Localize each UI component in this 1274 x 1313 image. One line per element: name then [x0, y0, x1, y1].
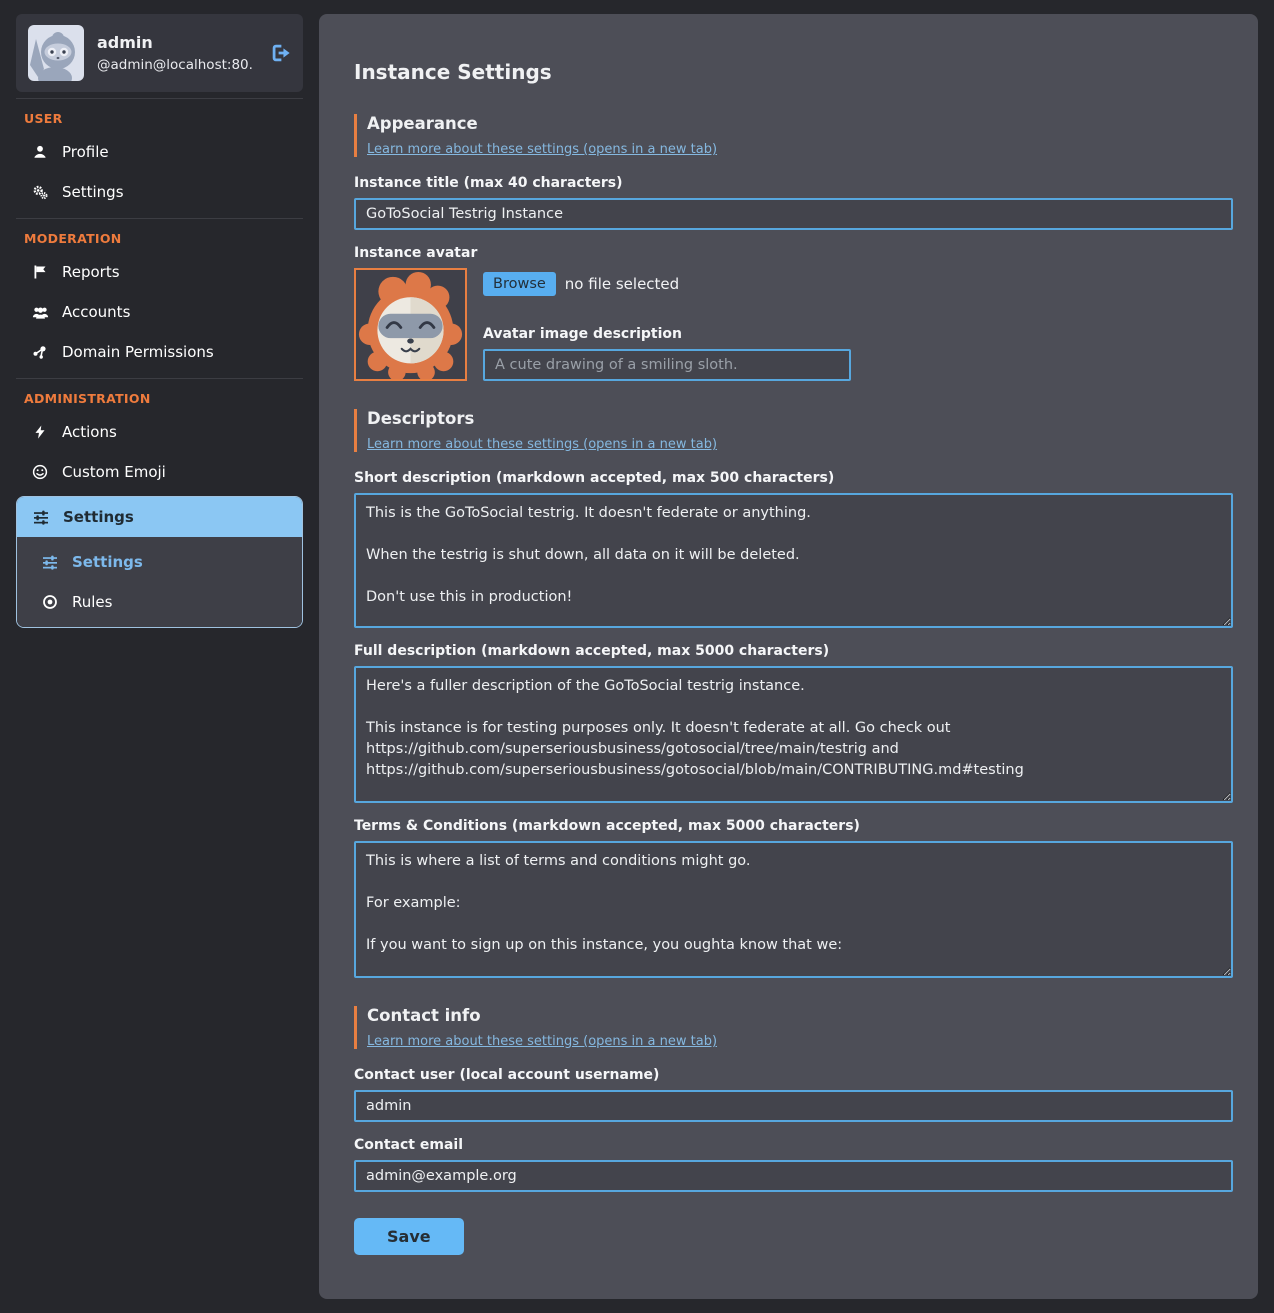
descriptors-learn-more-link[interactable]: Learn more about these settings (opens i… — [367, 437, 717, 452]
contact-email-input[interactable] — [354, 1160, 1233, 1192]
nav-category-administration: ADMINISTRATION — [16, 378, 303, 412]
full-description-textarea[interactable]: Here's a fuller description of the GoToS… — [354, 666, 1233, 803]
page-title: Instance Settings — [354, 60, 1233, 84]
short-description-label: Short description (markdown accepted, ma… — [354, 470, 1233, 486]
contact-email-field: Contact email — [354, 1137, 1233, 1192]
user-meta: admin @admin@localhost:80... — [97, 33, 254, 73]
appearance-learn-more-link[interactable]: Learn more about these settings (opens i… — [367, 142, 717, 157]
user-avatar — [28, 25, 84, 81]
sidebar-item-label: Settings — [62, 183, 124, 201]
nav-category-moderation: MODERATION — [16, 218, 303, 252]
user-card[interactable]: admin @admin@localhost:80... — [16, 14, 303, 92]
terms-textarea[interactable]: This is where a list of terms and condit… — [354, 841, 1233, 978]
instance-title-label: Instance title (max 40 characters) — [354, 175, 1233, 191]
contact-info-heading: Contact info — [367, 1006, 1233, 1025]
instance-avatar-field: Instance avatar — [354, 245, 1233, 381]
submenu-item-settings[interactable]: Settings — [17, 542, 302, 582]
short-description-textarea[interactable]: This is the GoToSocial testrig. It doesn… — [354, 493, 1233, 628]
avatar-description-label: Avatar image description — [483, 326, 851, 342]
instance-title-input[interactable] — [354, 198, 1233, 230]
sidebar-item-label: Actions — [62, 423, 117, 441]
sidebar-item-label: Settings — [63, 508, 134, 526]
user-name: admin — [97, 33, 254, 52]
sidebar-item-actions[interactable]: Actions — [16, 412, 303, 452]
circle-dot-icon — [41, 594, 59, 610]
instance-settings-panel: Instance Settings Appearance Learn more … — [319, 14, 1258, 1299]
section-contact-info: Contact info Learn more about these sett… — [354, 1006, 1233, 1049]
full-description-label: Full description (markdown accepted, max… — [354, 643, 1233, 659]
instance-avatar-label: Instance avatar — [354, 245, 1233, 261]
sidebar-item-settings[interactable]: Settings — [17, 497, 302, 537]
sidebar-item-label: Profile — [62, 143, 109, 161]
logout-icon[interactable] — [269, 42, 291, 64]
terms-field: Terms & Conditions (markdown accepted, m… — [354, 818, 1233, 978]
user-handle: @admin@localhost:80... — [97, 57, 254, 73]
sidebar-item-label: Custom Emoji — [62, 463, 166, 481]
instance-avatar-image — [354, 268, 467, 381]
contact-user-field: Contact user (local account username) — [354, 1067, 1233, 1122]
avatar-description-input[interactable] — [483, 349, 851, 381]
sidebar-item-domain-permissions[interactable]: Domain Permissions — [16, 332, 303, 372]
save-button[interactable]: Save — [354, 1218, 464, 1255]
file-status-text: no file selected — [565, 275, 679, 293]
sidebar-item-user-settings[interactable]: Settings — [16, 172, 303, 212]
nav-category-user: USER — [16, 98, 303, 132]
sidebar-item-reports[interactable]: Reports — [16, 252, 303, 292]
sliders-icon — [32, 509, 50, 525]
descriptors-heading: Descriptors — [367, 409, 1233, 428]
full-description-field: Full description (markdown accepted, max… — [354, 643, 1233, 803]
sidebar-item-label: Reports — [62, 263, 120, 281]
contact-user-input[interactable] — [354, 1090, 1233, 1122]
submenu-item-label: Settings — [72, 553, 143, 571]
submenu-item-label: Rules — [72, 593, 112, 611]
section-descriptors: Descriptors Learn more about these setti… — [354, 409, 1233, 452]
sliders-icon — [41, 554, 59, 570]
sidebar-nav: USER Profile Settings MODERATIO — [16, 98, 303, 628]
flag-icon — [31, 264, 49, 280]
contact-email-label: Contact email — [354, 1137, 1233, 1153]
short-description-field: Short description (markdown accepted, ma… — [354, 470, 1233, 628]
contact-user-label: Contact user (local account username) — [354, 1067, 1233, 1083]
settings-submenu: Settings Rules — [17, 537, 302, 627]
terms-label: Terms & Conditions (markdown accepted, m… — [354, 818, 1233, 834]
smiley-icon — [31, 464, 49, 480]
sidebar-item-label: Accounts — [62, 303, 130, 321]
section-appearance: Appearance Learn more about these settin… — [354, 114, 1233, 157]
submenu-item-rules[interactable]: Rules — [17, 582, 302, 622]
sidebar-item-custom-emoji[interactable]: Custom Emoji — [16, 452, 303, 492]
sidebar-item-profile[interactable]: Profile — [16, 132, 303, 172]
instance-title-field: Instance title (max 40 characters) — [354, 175, 1233, 230]
sidebar: admin @admin@localhost:80... USER Profil… — [16, 14, 303, 628]
sidebar-item-accounts[interactable]: Accounts — [16, 292, 303, 332]
sidebar-item-label: Domain Permissions — [62, 343, 214, 361]
users-icon — [31, 304, 49, 321]
user-icon — [31, 144, 49, 160]
appearance-heading: Appearance — [367, 114, 1233, 133]
settings-menu-block: Settings Settings — [16, 496, 303, 628]
gears-icon — [31, 184, 49, 200]
bolt-icon — [31, 425, 49, 439]
share-nodes-icon — [31, 344, 49, 360]
browse-button[interactable]: Browse — [483, 272, 556, 296]
contact-learn-more-link[interactable]: Learn more about these settings (opens i… — [367, 1034, 717, 1049]
